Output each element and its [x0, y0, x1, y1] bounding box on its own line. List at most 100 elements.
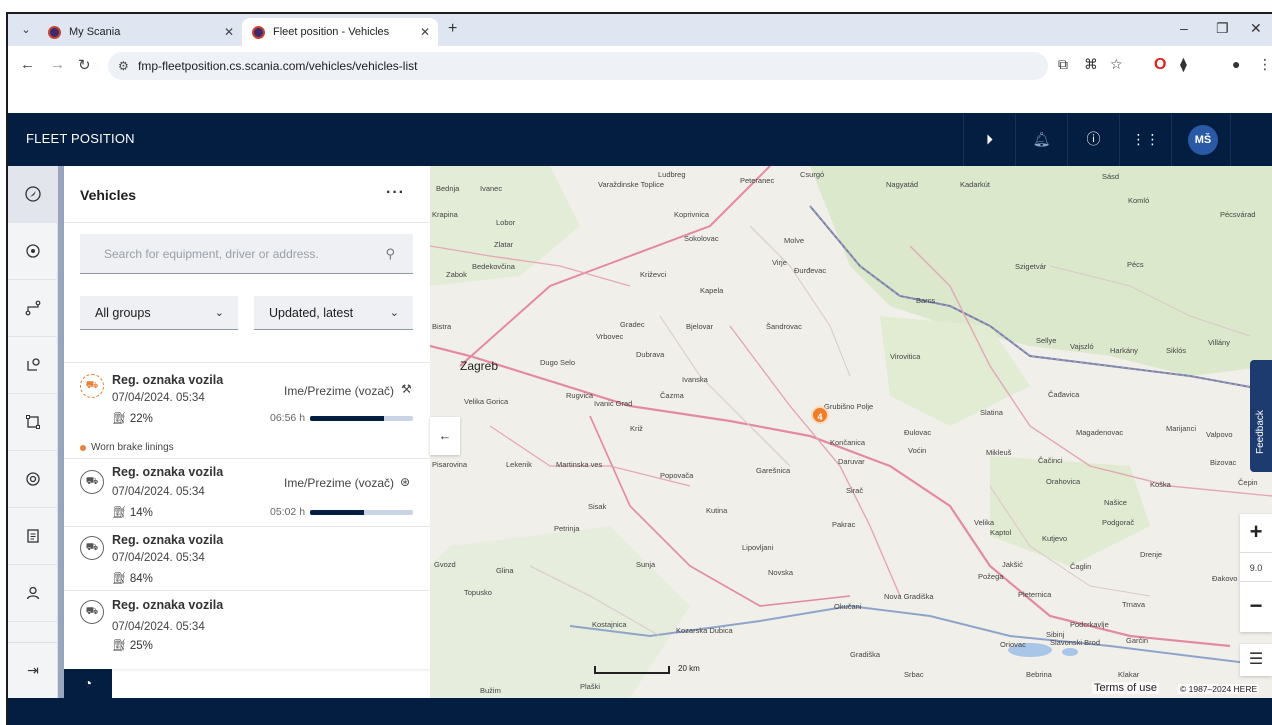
zoom-in-button[interactable]: + — [1240, 514, 1272, 550]
sort-dropdown[interactable]: Updated, latest ⌄ — [254, 296, 413, 330]
vehicle-list-item[interactable]: ⛟ Reg. oznaka vozila 07/04/2024. 05:34 ⛽… — [64, 362, 430, 458]
map-city-label: Slatina — [980, 408, 1003, 417]
map-city-label: Sirač — [846, 486, 864, 495]
scania-favicon-icon — [48, 25, 61, 39]
truck-icon: ⛟ — [80, 470, 104, 494]
map-city-label: Gradec — [620, 320, 645, 329]
map-city-label: Ivanić Grad — [594, 399, 633, 408]
vehicle-list-item[interactable]: ⛟ Reg. oznaka vozila 07/04/2024. 05:34 ⛽… — [64, 458, 430, 526]
map-city-label: Pleternica — [1018, 590, 1052, 599]
back-icon[interactable]: ← — [20, 56, 35, 73]
map-city-label: Csurgó — [800, 170, 825, 179]
minimize-icon[interactable]: – — [1180, 20, 1188, 36]
rail-geofence-icon[interactable] — [8, 337, 58, 394]
layers-icon[interactable]: ☰ — [1240, 644, 1272, 676]
rail-area-icon[interactable] — [8, 394, 58, 451]
map-city-label: Varaždinske Toplice — [598, 180, 665, 189]
more-options-icon[interactable]: ··· — [386, 184, 405, 202]
fuel-icon: ⛽︎ — [112, 413, 127, 425]
forward-icon[interactable]: → — [50, 56, 65, 73]
vehicle-name: Reg. oznaka vozila — [112, 373, 224, 387]
opera-extension-icon[interactable]: O — [1154, 56, 1166, 74]
zoom-out-button[interactable]: − — [1240, 588, 1272, 624]
drive-time: 05:02 h — [270, 506, 306, 518]
map-city-label: Požega — [978, 572, 1004, 581]
rail-target-icon[interactable] — [8, 223, 58, 280]
rail-report-icon[interactable] — [8, 508, 58, 565]
map-city-label: Lobor — [496, 218, 516, 227]
map-city-label: Gradiška — [850, 650, 881, 659]
bell-icon[interactable]: 🔔︎ — [1015, 113, 1067, 166]
tab-fleet-position[interactable]: Fleet position - Vehicles ✕ — [242, 18, 438, 46]
map-city-label: Srbac — [904, 670, 924, 679]
close-tab-icon[interactable]: ✕ — [420, 25, 430, 39]
map-city-label: Podcrkavlje — [1070, 620, 1109, 629]
avatar[interactable]: MŠ — [1188, 125, 1218, 155]
tab-my-scania[interactable]: My Scania ✕ — [46, 18, 242, 46]
map-city-label: Podgorač — [1102, 518, 1135, 527]
rail-poi-icon[interactable] — [8, 451, 58, 508]
search-input[interactable]: Search for equipment, driver or address.… — [80, 234, 413, 274]
group-filter-dropdown[interactable]: All groups ⌄ — [80, 296, 238, 330]
map-city-label: Križevci — [640, 270, 667, 279]
map-city-label: Szigetvár — [1015, 262, 1047, 271]
apps-grid-icon[interactable]: ⋮⋮ — [1119, 113, 1171, 166]
map-city-label: Kozarska Dubica — [676, 626, 733, 635]
rail-navigation-icon[interactable] — [8, 166, 58, 223]
progress-fill — [310, 510, 364, 515]
url-text: fmp-fleetposition.cs.scania.com/vehicles… — [138, 59, 418, 73]
site-info-icon[interactable]: ⚙ — [118, 52, 129, 80]
progress-fill — [310, 416, 385, 421]
vehicle-fuel: ⛽︎ 14% — [112, 505, 153, 519]
map-city-label: Šandrovac — [766, 322, 802, 331]
map-city-label: Pécsvárad — [1220, 210, 1256, 219]
new-tab-icon[interactable]: + — [448, 20, 457, 38]
map-copyright: © 1987–2024 HERE — [1178, 684, 1260, 694]
fuel-icon: ⛽︎ — [112, 573, 127, 585]
vehicle-list-item[interactable]: ⛟ Reg. oznaka vozila 07/04/2024. 05:34 ⛽… — [64, 526, 430, 590]
map-city-label: Molve — [784, 236, 805, 245]
translate-icon[interactable]: ⌘ — [1084, 56, 1098, 73]
window-close-icon[interactable]: ✕ — [1250, 20, 1262, 37]
map-city-label: Končanica — [830, 438, 866, 447]
map-city-label: Virje — [772, 258, 787, 267]
cast-icon[interactable]: ⧉ — [1058, 56, 1068, 73]
map-city-label: Sibinj — [1046, 630, 1065, 639]
cookie-settings-icon[interactable]: ◔ — [64, 669, 112, 698]
collapse-panel-button[interactable]: ← — [430, 417, 460, 455]
expand-rail-icon[interactable]: ⇥ — [8, 642, 58, 698]
map-city-label: Bedekovčina — [472, 262, 515, 271]
close-tab-icon[interactable]: ✕ — [224, 25, 234, 39]
terms-of-use-link[interactable]: Terms of use — [1092, 682, 1159, 694]
map-city-label: Villány — [1208, 338, 1230, 347]
map-view[interactable]: Zagreb Bjelovar Koprivnica Pécs Nagyatád… — [430, 166, 1272, 698]
driver-rest-icon: ⚒ — [401, 382, 412, 396]
tab-search-icon[interactable]: ⌄ — [16, 20, 36, 40]
play-icon[interactable]: ⏵ — [963, 113, 1015, 166]
rail-route-icon[interactable] — [8, 280, 58, 337]
drive-time: 06:56 h — [270, 412, 306, 424]
fuel-icon: ⛽︎ — [112, 507, 127, 519]
map-city-label: Virovitica — [890, 352, 921, 361]
map-city-label: Gvozd — [434, 560, 456, 569]
vehicle-cluster-marker[interactable]: 4 — [811, 406, 829, 424]
browser-menu-icon[interactable]: ⋮ — [1258, 56, 1272, 73]
vehicle-name: Reg. oznaka vozila — [112, 533, 224, 547]
profile-icon[interactable]: ● — [1232, 56, 1240, 72]
help-icon[interactable]: ⓘ — [1067, 113, 1119, 166]
feedback-tab[interactable]: Feedback — [1250, 360, 1272, 472]
bookmark-star-icon[interactable]: ☆ — [1110, 56, 1123, 73]
map-city-label: Pakrac — [832, 520, 856, 529]
vehicle-list-item[interactable]: ⛟ Reg. oznaka vozila 07/04/2024. 05:34 ⛽… — [64, 590, 430, 660]
restore-icon[interactable]: ❐ — [1216, 20, 1229, 37]
map-city-label: Oriovac — [1000, 640, 1026, 649]
zoom-level: 9.0 — [1240, 552, 1272, 582]
address-bar[interactable]: ⚙ fmp-fleetposition.cs.scania.com/vehicl… — [108, 52, 1048, 80]
reload-icon[interactable]: ↻ — [78, 56, 91, 74]
extensions-icon[interactable]: ⧫ — [1180, 56, 1187, 73]
fuel-icon: ⛽︎ — [112, 640, 127, 652]
rail-driver-icon[interactable] — [8, 565, 58, 622]
browser-tabstrip: ⌄ My Scania ✕ Fleet position - Vehicles … — [8, 14, 1272, 46]
map-city-label: Đakovo — [1212, 574, 1238, 583]
map-city-label: Garčin — [1126, 636, 1149, 645]
